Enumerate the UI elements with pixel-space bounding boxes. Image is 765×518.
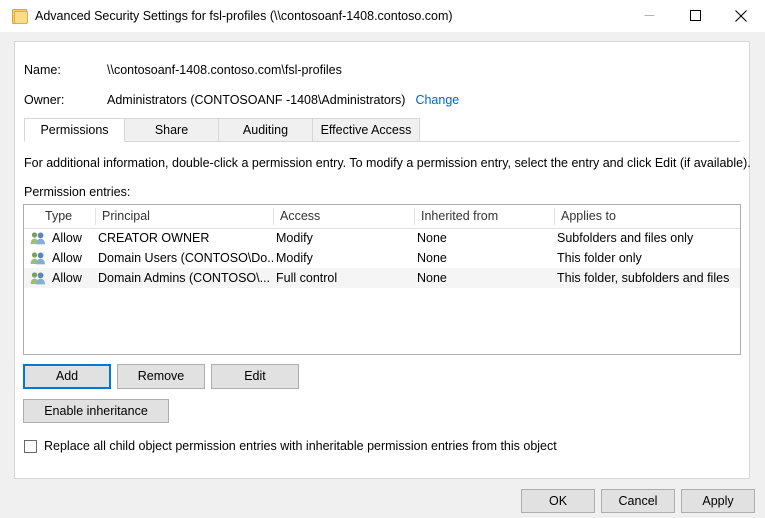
- tab-strip: Permissions Share Auditing Effective Acc…: [15, 118, 749, 142]
- remove-button[interactable]: Remove: [117, 364, 205, 389]
- replace-child-permissions-checkbox[interactable]: [24, 440, 37, 453]
- group-icon: [30, 231, 46, 245]
- table-row[interactable]: Allow Domain Admins (CONTOSO\... Full co…: [24, 268, 740, 288]
- table-header-row: Type Principal Access Inherited from App…: [24, 205, 740, 229]
- cell-access: Modify: [276, 248, 414, 268]
- title-bar: Advanced Security Settings for fsl-profi…: [0, 0, 765, 32]
- cell-applies-to: This folder only: [557, 248, 739, 268]
- folder-icon: [12, 8, 26, 23]
- group-icon: [30, 271, 46, 285]
- group-icon: [30, 251, 46, 265]
- close-icon[interactable]: [718, 0, 764, 31]
- cell-access: Full control: [276, 268, 414, 288]
- table-body: Allow CREATOR OWNER Modify None Subfolde…: [24, 228, 740, 288]
- replace-child-permissions-label: Replace all child object permission entr…: [44, 439, 557, 453]
- cell-principal: CREATOR OWNER: [98, 228, 274, 248]
- tab-share[interactable]: Share: [124, 118, 219, 142]
- column-header-principal[interactable]: Principal: [95, 205, 273, 227]
- tab-permissions[interactable]: Permissions: [24, 118, 125, 142]
- cell-applies-to: Subfolders and files only: [557, 228, 739, 248]
- name-label: Name:: [24, 62, 108, 78]
- tab-effective-access[interactable]: Effective Access: [312, 118, 420, 142]
- permission-entries-label: Permission entries:: [24, 185, 130, 199]
- replace-child-permissions-row[interactable]: Replace all child object permission entr…: [24, 437, 557, 455]
- cell-inherited-from: None: [417, 268, 553, 288]
- add-button[interactable]: Add: [23, 364, 111, 389]
- change-owner-link[interactable]: Change: [415, 93, 459, 107]
- content-panel: Name: \\contosoanf-1408.contoso.com\fsl-…: [14, 41, 750, 479]
- cell-inherited-from: None: [417, 228, 553, 248]
- column-header-applies-to[interactable]: Applies to: [554, 205, 740, 227]
- maximize-icon[interactable]: [672, 0, 718, 31]
- column-header-access[interactable]: Access: [273, 205, 414, 227]
- tab-auditing[interactable]: Auditing: [218, 118, 313, 142]
- permission-entries-list[interactable]: Type Principal Access Inherited from App…: [23, 204, 741, 355]
- cell-inherited-from: None: [417, 248, 553, 268]
- apply-button[interactable]: Apply: [681, 489, 755, 513]
- owner-label: Owner:: [24, 92, 108, 108]
- column-header-type[interactable]: Type: [38, 205, 95, 227]
- table-row[interactable]: Allow CREATOR OWNER Modify None Subfolde…: [24, 228, 740, 248]
- cell-applies-to: This folder, subfolders and files: [557, 268, 739, 288]
- window-title: Advanced Security Settings for fsl-profi…: [35, 0, 453, 32]
- owner-value: Administrators (CONTOSOANF -1408\Adminis…: [107, 92, 459, 108]
- enable-inheritance-button[interactable]: Enable inheritance: [23, 399, 169, 423]
- cell-access: Modify: [276, 228, 414, 248]
- cell-principal: Domain Admins (CONTOSO\...: [98, 268, 274, 288]
- name-value: \\contosoanf-1408.contoso.com\fsl-profil…: [107, 62, 342, 78]
- ok-button[interactable]: OK: [521, 489, 595, 513]
- column-header-inherited-from[interactable]: Inherited from: [414, 205, 554, 227]
- owner-text: Administrators (CONTOSOANF -1408\Adminis…: [107, 93, 405, 107]
- table-row[interactable]: Allow Domain Users (CONTOSO\Do... Modify…: [24, 248, 740, 268]
- minimize-icon[interactable]: [626, 0, 672, 31]
- cancel-button[interactable]: Cancel: [601, 489, 675, 513]
- edit-button[interactable]: Edit: [211, 364, 299, 389]
- info-text: For additional information, double-click…: [24, 156, 751, 170]
- tab-underline: [24, 141, 740, 142]
- cell-principal: Domain Users (CONTOSO\Do...: [98, 248, 274, 268]
